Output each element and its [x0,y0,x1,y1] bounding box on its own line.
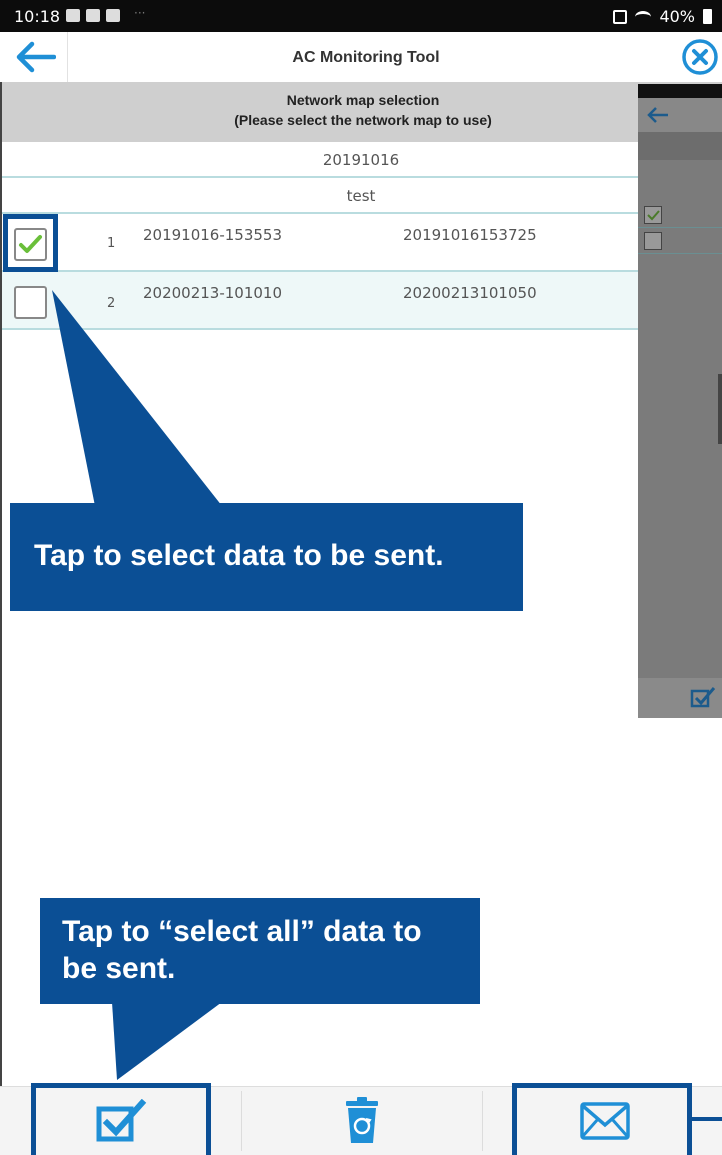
recycle-bin-icon [346,1097,378,1143]
row-name: 20200213-101010 [143,284,283,302]
battery-icon [703,9,712,24]
table-row[interactable]: 1 20191016-153553 20191016153725 [0,214,722,272]
preview-status-bar [638,84,722,98]
preview-select-all-icon [690,687,716,708]
checkbox-highlight-frame [3,214,58,272]
chat-icon [106,9,120,22]
preview-arrow-left-icon [647,107,668,123]
close-circle-icon[interactable] [680,37,720,77]
row-checkbox[interactable] [14,286,47,319]
preview-row [638,228,722,254]
row-index: 2 [107,296,116,311]
row-index: 1 [107,236,116,251]
battery-percent: 40% [659,7,695,26]
row-name: 20191016-153553 [143,226,283,244]
select-all-highlight-frame [31,1083,211,1155]
system-icons: 40% [613,7,712,26]
window-edge [0,82,2,1086]
folder-row[interactable]: 20191016 [0,142,722,178]
status-bar: 10:18 ··· 40% [0,0,722,32]
preview-subheader [638,132,722,160]
callout-pointer-select-all [112,1002,222,1080]
notification-icons [66,6,120,22]
preview-scroll-indicator [718,374,722,444]
folder-label: test [346,187,376,205]
status-more: ··· [134,6,146,20]
row-id: 20200213101050 [403,284,537,302]
preview-header [638,98,722,132]
preview-screenshot [638,84,722,718]
row-id: 20191016153725 [403,226,537,244]
play-icon [86,9,100,22]
mute-icon [613,9,628,24]
table-row[interactable]: 2 20200213-101010 20200213101050 [0,272,722,330]
callout-select-all: Tap to “select all” data to be sent. [40,898,480,1004]
app-header: AC Monitoring Tool [0,32,722,82]
gallery-icon [66,9,80,22]
app-title: AC Monitoring Tool [292,49,440,66]
selection-title: Network map selection [286,92,440,108]
folder-row[interactable]: test [0,178,722,214]
preview-row [638,202,722,228]
folder-label: 20191016 [322,151,400,169]
arrow-left-icon [16,41,56,73]
send-highlight-connector [691,1117,722,1121]
preview-checkbox [644,232,662,250]
preview-checkmark-icon [647,210,660,221]
send-highlight-frame [512,1083,692,1155]
callout-select: Tap to select data to be sent. [10,503,523,611]
selection-subtitle: (Please select the network map to use) [234,112,492,128]
selection-header: Network map selection (Please select the… [0,82,722,142]
preview-checkbox [644,206,662,224]
wifi-icon [635,10,652,23]
back-button[interactable] [0,32,68,82]
status-time: 10:18 [14,7,61,26]
preview-footer [638,678,722,718]
delete-button[interactable] [242,1087,482,1155]
